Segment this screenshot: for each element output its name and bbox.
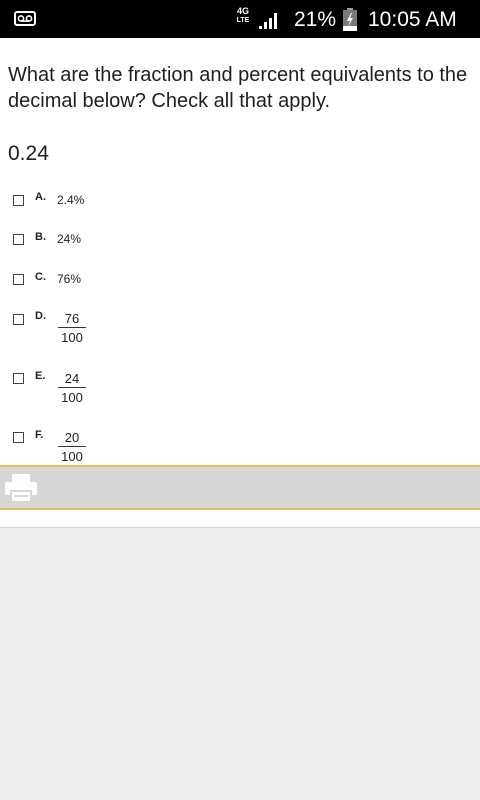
- battery-icon: [343, 8, 357, 31]
- option-f[interactable]: F. 20 100: [13, 427, 313, 466]
- option-e[interactable]: E. 24 100: [13, 368, 313, 418]
- fraction-bar: [58, 327, 86, 328]
- option-letter: A.: [35, 191, 46, 203]
- option-c[interactable]: C. 76%: [13, 268, 313, 308]
- print-icon[interactable]: [4, 472, 38, 504]
- decimal-value: 0.24: [8, 142, 49, 165]
- fraction-numerator: 24: [64, 371, 80, 386]
- fraction-numerator: 20: [64, 430, 80, 445]
- fraction-numerator: 76: [64, 311, 80, 326]
- option-letter: F.: [35, 429, 44, 441]
- network-lte: LTE: [236, 17, 250, 24]
- status-bar: 4G LTE 21% 10:05 AM: [0, 0, 480, 38]
- fraction: 24 100: [58, 371, 86, 405]
- option-a[interactable]: A. 2.4%: [13, 188, 313, 228]
- fraction: 20 100: [58, 430, 86, 464]
- checkbox-a[interactable]: [13, 195, 24, 206]
- bottom-toolbar: [0, 465, 480, 510]
- fraction-denominator: 100: [61, 330, 83, 345]
- option-letter: D.: [35, 310, 46, 322]
- checkbox-f[interactable]: [13, 432, 24, 443]
- signal-icon: [259, 13, 277, 29]
- checkbox-e[interactable]: [13, 373, 24, 384]
- option-letter: B.: [35, 231, 46, 243]
- option-letter: C.: [35, 271, 46, 283]
- checkbox-d[interactable]: [13, 314, 24, 325]
- fraction-bar: [58, 387, 86, 388]
- checkbox-c[interactable]: [13, 274, 24, 285]
- fraction-denominator: 100: [61, 449, 83, 464]
- option-text: 2.4%: [57, 193, 85, 207]
- voicemail-icon: [14, 11, 36, 26]
- option-text: 76%: [57, 272, 82, 286]
- fraction-bar: [58, 446, 86, 447]
- clock: 10:05 AM: [368, 8, 457, 31]
- option-text: 24%: [57, 232, 82, 246]
- battery-percentage: 21%: [294, 8, 337, 31]
- fraction-denominator: 100: [61, 390, 83, 405]
- network-type-indicator: 4G LTE: [236, 7, 250, 31]
- option-d[interactable]: D. 76 100: [13, 308, 313, 358]
- option-letter: E.: [35, 370, 46, 382]
- network-generation: 4G: [236, 6, 249, 16]
- option-b[interactable]: B. 24%: [13, 228, 313, 268]
- content-strip: [0, 510, 480, 528]
- fraction: 76 100: [58, 311, 86, 345]
- checkbox-b[interactable]: [13, 234, 24, 245]
- question-panel: What are the fraction and percent equiva…: [0, 38, 480, 466]
- question-prompt: What are the fraction and percent equiva…: [8, 64, 468, 112]
